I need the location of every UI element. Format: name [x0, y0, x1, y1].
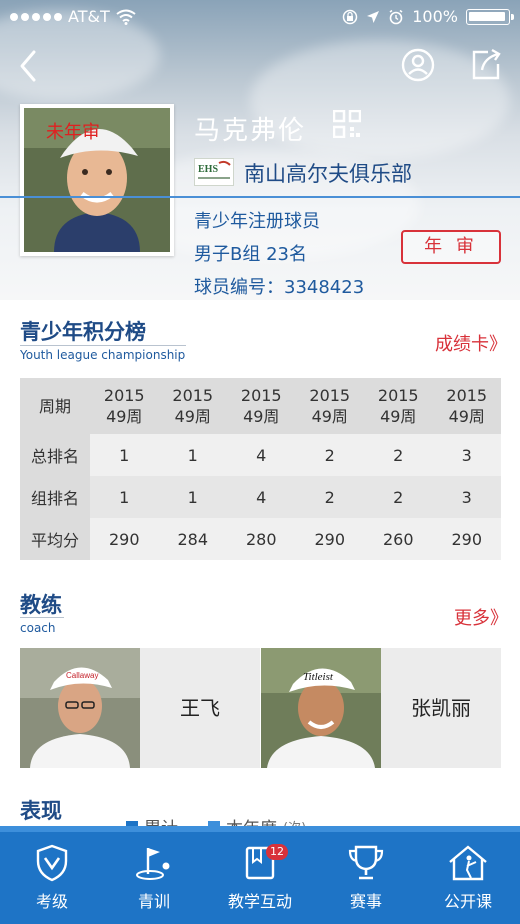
- qr-code-button[interactable]: [332, 109, 362, 139]
- table-cell: 1: [158, 434, 227, 476]
- battery-icon: [466, 8, 514, 25]
- chevron-left-icon: [20, 50, 36, 82]
- table-row: 总排名 1 1 4 2 2 3: [20, 434, 501, 476]
- tab-youth-training[interactable]: 青训: [104, 838, 204, 922]
- player-name: 马克弗伦: [194, 116, 307, 146]
- coach-photo: Callaway: [20, 648, 140, 768]
- coach-more-link[interactable]: 更多》: [454, 604, 508, 630]
- period-cell: 2015 49周: [90, 378, 159, 434]
- coach-title: 教练: [20, 593, 62, 617]
- carrier-label: AT&T: [68, 7, 110, 26]
- table-cell: 280: [227, 518, 296, 560]
- tab-label: 青训: [137, 892, 170, 911]
- table-cell: 2: [295, 434, 364, 476]
- table-cell: 4: [227, 476, 296, 518]
- trophy-icon: [348, 845, 384, 880]
- player-number: 球员编号：3348423: [194, 277, 365, 298]
- period-cell: 2015 49周: [158, 378, 227, 434]
- notification-badge: 12: [266, 844, 288, 860]
- league-title-underline: [20, 345, 186, 346]
- tab-teaching-interaction[interactable]: 12 教学互动: [210, 838, 310, 922]
- registration-status: 青少年注册球员: [194, 211, 320, 232]
- battery-percent: 100%: [412, 7, 458, 26]
- house-golfer-icon: [449, 845, 487, 881]
- coach-subtitle: coach: [20, 621, 56, 635]
- table-header-label: 周期: [20, 378, 90, 434]
- league-table: 周期 2015 49周 2015 49周 2015 49周 2015 49周 2015 4…: [20, 378, 501, 560]
- status-bar: AT&T 100%: [0, 0, 520, 34]
- account-button[interactable]: [400, 47, 436, 83]
- signal-icon: [10, 12, 62, 21]
- table-cell: 290: [432, 518, 501, 560]
- table-cell: 284: [158, 518, 227, 560]
- annual-review-button[interactable]: 年 审: [401, 230, 501, 264]
- table-header-row: 周期 2015 49周 2015 49周 2015 49周 2015 49周 2015 4…: [20, 378, 501, 434]
- group-rank: 男子B组 23名: [194, 244, 307, 265]
- coach-photo: Titleist: [261, 648, 381, 768]
- table-cell: 3: [432, 434, 501, 476]
- share-button[interactable]: [468, 46, 504, 82]
- table-cell: 290: [295, 518, 364, 560]
- qr-code-icon: [332, 109, 362, 139]
- table-cell: 1: [158, 476, 227, 518]
- scorecard-link[interactable]: 成绩卡》: [435, 330, 507, 356]
- tab-open-class[interactable]: 公开课: [418, 838, 518, 922]
- table-cell: 260: [364, 518, 433, 560]
- coach-name: 王飞: [180, 696, 220, 720]
- share-icon: [472, 48, 501, 80]
- performance-title: 表现: [20, 799, 62, 823]
- row-label: 组排名: [20, 476, 90, 518]
- tab-label: 公开课: [443, 892, 492, 911]
- table-cell: 4: [227, 434, 296, 476]
- league-title: 青少年积分榜: [20, 320, 146, 344]
- tab-bar-top-line: [0, 826, 520, 832]
- tab-label: 教学互动: [227, 892, 292, 911]
- club-logo-text: EHS: [198, 164, 218, 175]
- table-cell: 2: [364, 434, 433, 476]
- period-cell: 2015 49周: [364, 378, 433, 434]
- alarm-icon: [389, 9, 403, 24]
- period-cell: 2015 49周: [432, 378, 501, 434]
- table-cell: 2: [364, 476, 433, 518]
- coach-title-underline: [20, 617, 64, 618]
- bottom-tab-bar: 考级 青训 12 教学互动 赛事 公开课: [0, 826, 520, 924]
- profile-header: AT&T 100% 未年审 马克弗伦 EHS 南山高尔夫俱乐部 青少年注册球员 …: [0, 0, 520, 300]
- wifi-icon: [116, 9, 136, 25]
- coach-card[interactable]: Titleist 张凯丽: [261, 648, 501, 768]
- coach-name: 张凯丽: [411, 696, 471, 720]
- tab-label: 考级: [35, 892, 68, 911]
- table-row: 组排名 1 1 4 2 2 3: [20, 476, 501, 518]
- back-button[interactable]: [14, 48, 46, 84]
- cap-brand-text: Callaway: [66, 671, 98, 680]
- row-label: 平均分: [20, 518, 90, 560]
- period-cell: 2015 49周: [227, 378, 296, 434]
- location-arrow-icon: [367, 10, 380, 23]
- table-cell: 1: [90, 476, 159, 518]
- tab-events[interactable]: 赛事: [316, 838, 416, 922]
- club-logo: EHS: [194, 158, 234, 186]
- club-name[interactable]: 南山高尔夫俱乐部: [244, 158, 412, 188]
- table-cell: 2: [295, 476, 364, 518]
- coach-card[interactable]: Callaway 王飞: [20, 648, 260, 768]
- table-cell: 1: [90, 434, 159, 476]
- table-cell: 290: [90, 518, 159, 560]
- annual-review-badge: 未年审: [46, 122, 100, 143]
- header-divider: [0, 196, 520, 198]
- tab-grading[interactable]: 考级: [2, 838, 102, 922]
- user-icon: [401, 48, 435, 82]
- tab-label: 赛事: [349, 892, 382, 911]
- period-cell: 2015 49周: [295, 378, 364, 434]
- cap-brand-text: Titleist: [303, 671, 334, 683]
- league-subtitle: Youth league championship: [20, 348, 186, 362]
- lock-rotation-icon: [343, 9, 358, 24]
- golf-flag-icon: [136, 848, 170, 880]
- shield-check-icon: [36, 844, 68, 882]
- table-row: 平均分 290 284 280 290 260 290: [20, 518, 501, 560]
- row-label: 总排名: [20, 434, 90, 476]
- table-cell: 3: [432, 476, 501, 518]
